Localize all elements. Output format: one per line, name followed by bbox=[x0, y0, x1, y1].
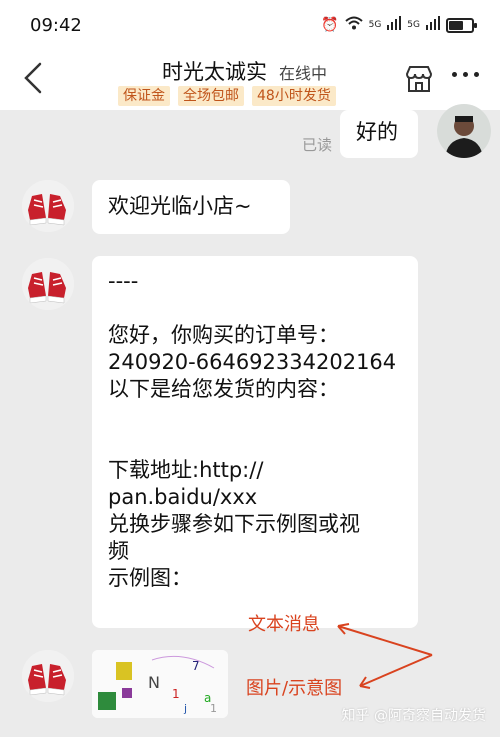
signal-label-2: 5G bbox=[407, 20, 420, 30]
order-message-line: 240920-664692334202164 bbox=[108, 350, 397, 374]
svg-text:1: 1 bbox=[210, 702, 217, 715]
shop-badges: 保证金 全场包邮 48小时发货 bbox=[118, 86, 336, 106]
back-button[interactable] bbox=[18, 58, 48, 98]
person-avatar-icon bbox=[437, 104, 491, 158]
badge-free-shipping: 全场包邮 bbox=[178, 86, 244, 106]
wifi-icon bbox=[344, 16, 363, 34]
battery-icon bbox=[446, 17, 477, 33]
order-message-line: pan.baidu/xxx bbox=[108, 485, 258, 509]
order-message-line bbox=[108, 295, 402, 322]
my-avatar[interactable] bbox=[437, 104, 491, 158]
status-icons: ⏰ 5G 5G bbox=[321, 16, 477, 34]
svg-text:j: j bbox=[183, 702, 187, 715]
badge-deposit: 保证金 bbox=[118, 86, 170, 106]
sneakers-avatar-icon bbox=[22, 180, 74, 232]
order-message-line: 您好，你购买的订单号： bbox=[108, 323, 339, 347]
image-message[interactable]: N 1 7 a j 1 bbox=[92, 650, 228, 718]
shop-icon[interactable] bbox=[404, 64, 434, 94]
annotation-image-message: 图片/示意图 bbox=[246, 678, 343, 699]
order-message-line: ---- bbox=[108, 269, 139, 293]
status-bar: 09:42 ⏰ 5G 5G bbox=[0, 0, 500, 50]
title-group: 时光太诚实 在线中 bbox=[162, 56, 327, 86]
status-time: 09:42 bbox=[30, 15, 82, 36]
order-message-bubble[interactable]: ---- 您好，你购买的订单号： 240920-664692334202164 以下是… bbox=[92, 256, 418, 628]
sneakers-avatar-icon bbox=[22, 650, 74, 702]
svg-text:N: N bbox=[148, 673, 160, 692]
signal-bars-1-icon bbox=[387, 16, 402, 34]
order-message-line: 下载地址:http:// bbox=[108, 458, 264, 482]
shop-avatar[interactable] bbox=[22, 258, 74, 310]
my-message-bubble[interactable]: 好的 bbox=[340, 110, 418, 158]
chat-area: 已读 好的 欢迎光临小店~ ---- 您好，你购买的订单号： 240920-66… bbox=[0, 104, 500, 737]
watermark: 知乎 @阿奇察自动发货 bbox=[341, 708, 486, 724]
annotation-text-message: 文本消息 bbox=[248, 614, 320, 635]
sneakers-avatar-icon bbox=[22, 258, 74, 310]
order-message-line bbox=[108, 430, 402, 457]
example-image-thumbnail: N 1 7 a j 1 bbox=[92, 650, 228, 718]
order-message-line bbox=[108, 403, 402, 430]
chevron-left-icon bbox=[24, 62, 42, 94]
badge-48h-shipping: 48小时发货 bbox=[252, 86, 336, 106]
read-receipt: 已读 bbox=[302, 136, 333, 154]
battery-level bbox=[449, 20, 464, 30]
order-message-line: 兑换步骤参如下示例图或视 bbox=[108, 512, 360, 536]
welcome-message-bubble[interactable]: 欢迎光临小店~ bbox=[92, 180, 290, 234]
online-status: 在线中 bbox=[279, 64, 328, 83]
shop-avatar[interactable] bbox=[22, 180, 74, 232]
signal-bars-2-icon bbox=[426, 16, 440, 34]
order-message-text: ---- 您好，你购买的订单号： 240920-664692334202164 以下是… bbox=[108, 268, 402, 592]
more-icon[interactable] bbox=[452, 72, 479, 77]
chat-title[interactable]: 时光太诚实 bbox=[162, 56, 267, 86]
welcome-message-text: 欢迎光临小店~ bbox=[108, 194, 252, 218]
order-message-line: 以下是给您发货的内容： bbox=[108, 377, 339, 401]
my-message-text: 好的 bbox=[356, 120, 398, 144]
order-message-line: 示例图： bbox=[108, 566, 192, 590]
signal-label-1: 5G bbox=[368, 20, 382, 30]
order-message-line: 频 bbox=[108, 539, 129, 563]
alarm-icon: ⏰ bbox=[321, 17, 339, 33]
chat-header: 时光太诚实 在线中 保证金 全场包邮 48小时发货 bbox=[0, 50, 500, 110]
shop-avatar[interactable] bbox=[22, 650, 74, 702]
svg-text:1: 1 bbox=[172, 687, 180, 701]
